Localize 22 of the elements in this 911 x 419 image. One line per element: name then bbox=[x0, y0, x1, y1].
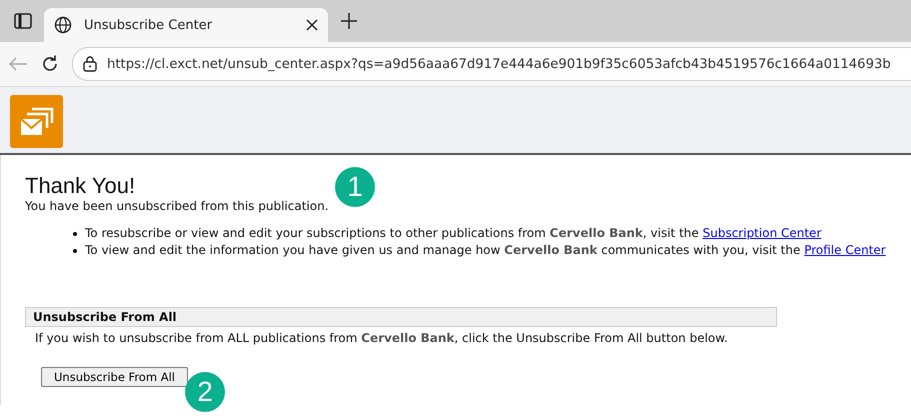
confirmation-message: You have been unsubscribed from this publication. bbox=[25, 199, 330, 213]
browser-tab[interactable]: Unsubscribe Center bbox=[44, 8, 328, 42]
section-text: If you wish to unsubscribe from ALL publications from Cervello Bank, click the Unsubscribe From All button below. bbox=[34, 330, 729, 347]
section-heading: Unsubscribe From All bbox=[25, 307, 777, 327]
globe-icon bbox=[54, 16, 72, 34]
bullet-text: To view and edit the information you have given us and manage how Cervello Bank communicates with you, visit the Profile Center bbox=[85, 242, 886, 259]
reload-icon[interactable] bbox=[40, 54, 60, 74]
tab-title: Unsubscribe Center bbox=[84, 18, 214, 32]
callout-marker: 1 bbox=[335, 167, 375, 207]
bullet-icon bbox=[73, 232, 77, 236]
lock-icon bbox=[83, 56, 97, 72]
bullet-icon bbox=[73, 249, 77, 253]
address-bar[interactable]: https://cl.exct.net/unsub_center.aspx?qs=a9d56aaa67d917e444a6e901b9f35c6053afcb43b4519576c1664a0114693b bbox=[72, 47, 911, 81]
link[interactable]: Profile Center bbox=[804, 243, 886, 257]
bullet-text: To resubscribe or view and edit your subscriptions to other publications from Cervello Bank, visit the Subscription Center bbox=[85, 225, 822, 242]
callout-marker: 2 bbox=[185, 372, 225, 412]
close-icon[interactable] bbox=[306, 19, 318, 31]
page-title: Thank You! bbox=[25, 173, 136, 199]
unsubscribe-all-button[interactable]: Unsubscribe From All bbox=[41, 367, 188, 387]
logo-icon bbox=[10, 95, 63, 148]
url-text: https://cl.exct.net/unsub_center.aspx?qs=a9d56aaa67d917e444a6e901b9f35c6053afcb43b4519576c1664a0114693b bbox=[107, 56, 891, 72]
link[interactable]: Subscription Center bbox=[702, 226, 822, 240]
